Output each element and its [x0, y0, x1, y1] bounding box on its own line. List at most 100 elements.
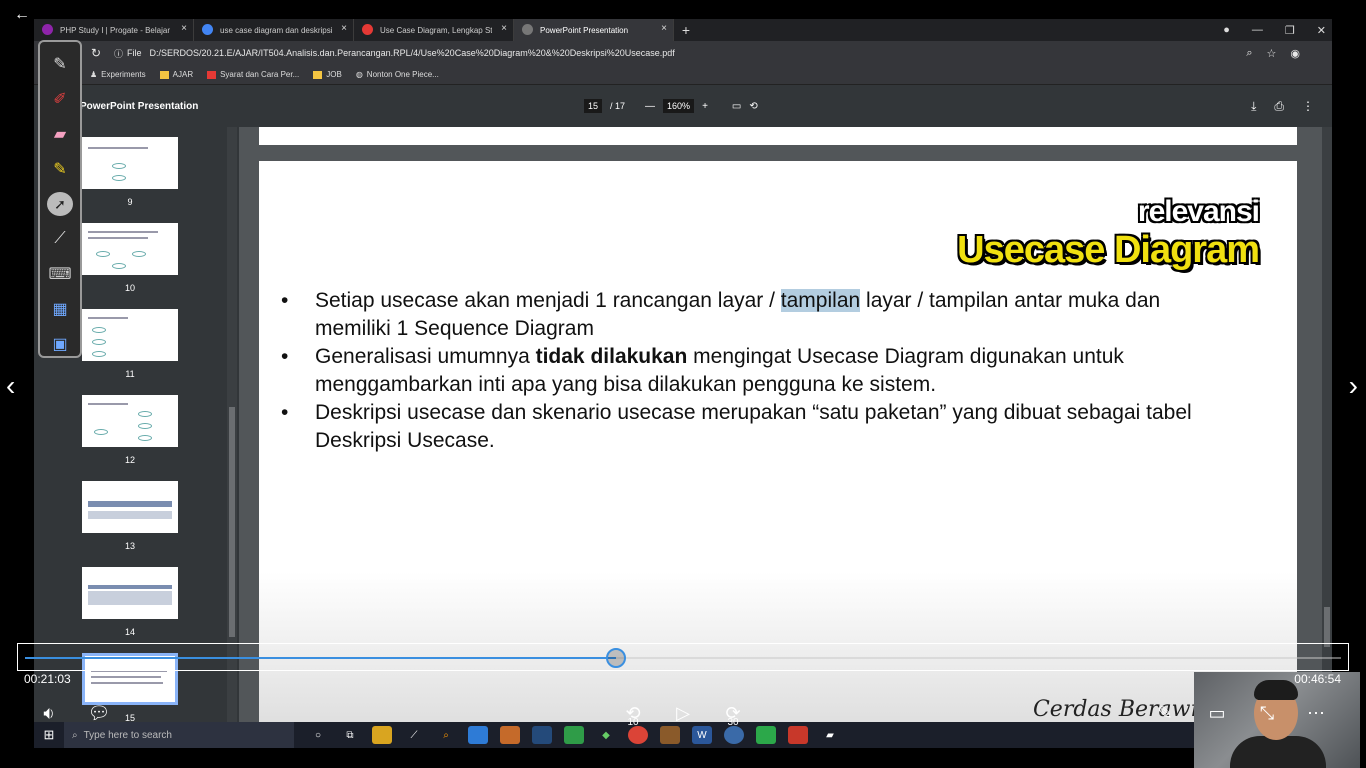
app-red-icon[interactable]: [788, 726, 808, 744]
scrollbar-thumb[interactable]: [1324, 607, 1330, 647]
chat-icon[interactable]: ▰: [820, 726, 840, 744]
bookmark-job[interactable]: JOB: [313, 70, 342, 79]
bookmark-experiments[interactable]: ♟ Experiments: [90, 70, 146, 79]
tab-title: use case diagram dan deskripsi: [220, 25, 332, 35]
fit-page-icon[interactable]: ▭: [732, 101, 741, 112]
bookmark-one-piece[interactable]: ◍ Nonton One Piece...: [356, 70, 439, 79]
keyboard-icon[interactable]: ⌨: [47, 262, 73, 286]
tab-close-icon[interactable]: ×: [501, 23, 507, 34]
task-view-icon[interactable]: ⧉: [340, 726, 360, 744]
info-icon[interactable]: ⓘ: [114, 47, 123, 60]
more-options-icon[interactable]: ⋯: [1304, 702, 1328, 724]
volume-button[interactable]: 🔉︎: [36, 702, 62, 724]
tab-google-search[interactable]: use case diagram dan deskripsi ×: [194, 19, 354, 41]
cortana-icon[interactable]: ○: [308, 726, 328, 744]
zoom-level-input[interactable]: 160%: [663, 99, 695, 113]
time-total: 00:46:54: [1294, 672, 1341, 686]
tab-progate[interactable]: PHP Study I | Progate - Belajar ca ×: [34, 19, 194, 41]
tab-close-icon[interactable]: ×: [661, 23, 667, 34]
next-video-icon[interactable]: ›: [1349, 370, 1358, 402]
thumbnail-scrollbar[interactable]: [227, 127, 237, 722]
seek-bar[interactable]: [17, 643, 1349, 671]
bookmark-syarat[interactable]: Syarat dan Cara Per...: [207, 70, 299, 79]
pen-red-icon[interactable]: ✐: [47, 87, 73, 111]
taskbar-search[interactable]: ⌕ Type here to search: [64, 722, 294, 748]
bullet-text: Deskripsi usecase dan skenario usecase m…: [315, 401, 1192, 452]
windows-taskbar: ⊞ ⌕ Type here to search ○ ⧉ ⟋ ⌕ ◆ W ▰: [34, 722, 1332, 748]
word-icon[interactable]: W: [692, 726, 712, 744]
page-scrollbar[interactable]: [1322, 127, 1332, 722]
minimize-icon[interactable]: —: [1252, 24, 1263, 36]
chrome-icon[interactable]: [628, 726, 648, 744]
flask-icon: ♟: [90, 70, 98, 79]
app-orange-icon[interactable]: [500, 726, 520, 744]
thumbnail-page-12[interactable]: [82, 395, 178, 447]
url-field[interactable]: D:/SERDOS/20.21.E/AJAR/IT504.Analisis.da…: [150, 48, 675, 58]
app-circle-icon[interactable]: [724, 726, 744, 744]
zoom-in-icon[interactable]: +: [702, 101, 708, 112]
thumbnail-page-14[interactable]: [82, 567, 178, 619]
avatar[interactable]: ◉: [1290, 47, 1300, 60]
maximize-icon[interactable]: ❐: [1285, 24, 1295, 37]
more-options-icon[interactable]: ⋮: [1302, 99, 1314, 114]
file-explorer-icon[interactable]: [372, 726, 392, 744]
reload-icon[interactable]: ↻: [88, 46, 104, 60]
thumb-oval: [92, 339, 106, 345]
edit-pencil-icon[interactable]: ✎: [1154, 702, 1176, 724]
rotate-icon[interactable]: ⟲: [749, 101, 757, 112]
thumbnail-page-11[interactable]: [82, 309, 178, 361]
bookmark-ajar[interactable]: AJAR: [159, 70, 193, 79]
thumbnail-page-10[interactable]: [82, 223, 178, 275]
app-brown-icon[interactable]: [660, 726, 680, 744]
bookmark-label: Experiments: [101, 70, 146, 79]
back-arrow-icon[interactable]: ←: [14, 6, 30, 24]
highlighter-icon[interactable]: ✎: [47, 157, 73, 181]
scrollbar-thumb[interactable]: [229, 407, 235, 637]
thumbnail-page-13[interactable]: [82, 481, 178, 533]
print-icon[interactable]: ⎙: [1274, 99, 1284, 114]
tab-close-icon[interactable]: ×: [181, 23, 187, 34]
bookmark-star-icon[interactable]: ☆: [1267, 47, 1277, 60]
slide-title-line2: Usecase Diagram: [957, 229, 1260, 271]
skip-back-seconds: 10: [627, 717, 639, 728]
cursor-icon[interactable]: ➚: [47, 192, 73, 216]
mini-view-icon[interactable]: ▭: [1206, 702, 1228, 724]
laser-pointer-icon[interactable]: ⟋: [47, 227, 73, 251]
previous-video-icon[interactable]: ‹: [6, 370, 15, 402]
thumb-oval: [92, 351, 106, 357]
profile-icon[interactable]: ●: [1223, 24, 1230, 36]
zoom-icon[interactable]: ⌕: [1246, 47, 1252, 60]
seek-thumb[interactable]: [605, 648, 626, 668]
whiteboard-icon[interactable]: ✎: [47, 52, 73, 76]
tab-use-case-article[interactable]: Use Case Diagram, Lengkap Stud ×: [354, 19, 514, 41]
play-button[interactable]: ▷: [672, 702, 694, 724]
app-steam-icon[interactable]: [532, 726, 552, 744]
browser-tabstrip: PHP Study I | Progate - Belajar ca × use…: [34, 19, 1332, 41]
pen-app-icon[interactable]: ⟋: [404, 726, 424, 744]
new-tab-button[interactable]: +: [674, 19, 698, 41]
download-icon[interactable]: ⤓: [1251, 99, 1256, 114]
thumb-oval: [132, 251, 146, 257]
screen-capture-icon[interactable]: ▦: [47, 297, 73, 321]
search-app-icon[interactable]: ⌕: [436, 726, 456, 744]
app-diamond-icon[interactable]: ◆: [596, 726, 616, 744]
app-blue-icon[interactable]: [468, 726, 488, 744]
eraser-icon[interactable]: ▰: [47, 122, 73, 146]
thumb-line: [88, 511, 172, 519]
skip-forward-button[interactable]: ⟳ 30: [720, 700, 746, 729]
exit-fullscreen-icon[interactable]: ⤡: [1256, 702, 1278, 724]
zoom-out-icon[interactable]: —: [645, 101, 655, 112]
seek-track[interactable]: [25, 648, 1341, 668]
close-window-icon[interactable]: ✕: [1317, 24, 1326, 37]
thumb-line: [88, 237, 148, 239]
skip-back-button[interactable]: ⟲ 10: [620, 700, 646, 729]
page-number-input[interactable]: 15: [584, 99, 603, 113]
tab-close-icon[interactable]: ×: [341, 23, 347, 34]
app-green-icon[interactable]: [564, 726, 584, 744]
windows-start-icon[interactable]: ⊞: [34, 727, 64, 743]
captions-button[interactable]: 💬︎: [88, 702, 111, 724]
thumbnail-page-9[interactable]: [82, 137, 178, 189]
screen-share-icon[interactable]: ▣: [47, 332, 73, 356]
tab-powerpoint-presentation[interactable]: PowerPoint Presentation ×: [514, 19, 674, 41]
camtasia-icon[interactable]: [756, 726, 776, 744]
